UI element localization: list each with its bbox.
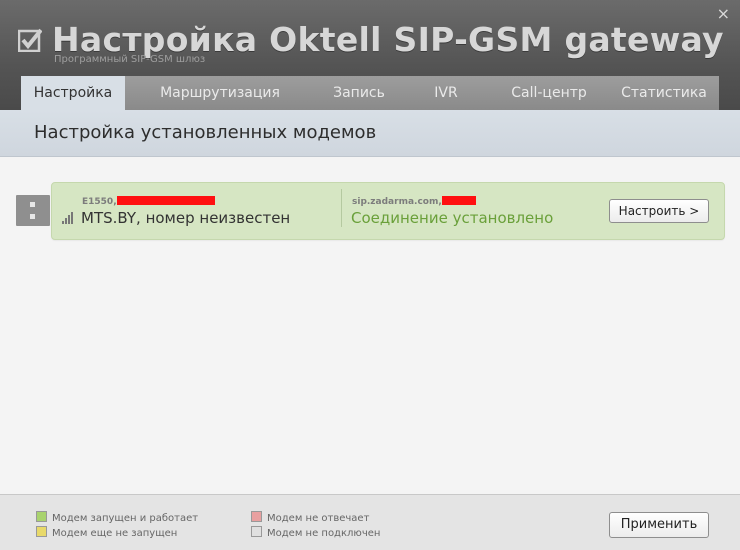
tab-bar: Настройка Маршрутизация Запись IVR Call-…	[21, 76, 719, 110]
modem-model: E1550,	[82, 196, 215, 207]
usb-slot	[30, 202, 35, 207]
signal-strength-icon	[62, 212, 76, 224]
legend-label: Модем запущен и работает	[52, 513, 199, 524]
redaction-mark	[116, 196, 215, 205]
tab-ivr[interactable]: IVR	[403, 76, 489, 110]
legend-swatch-green	[36, 511, 47, 522]
header: × Настройка Oktell SIP-GSM gateway Прогр…	[0, 0, 740, 110]
tab-recording[interactable]: Запись	[315, 76, 403, 110]
app-subtitle: Программный SIP-GSM шлюз	[54, 54, 206, 65]
legend-swatch-gray	[251, 526, 262, 537]
sip-account-label: sip.zadarma.com,	[352, 197, 442, 207]
tab-statistics[interactable]: Статистика	[609, 76, 719, 110]
modem-operator: MTS.BY, номер неизвестен	[81, 209, 291, 227]
legend-item-not-started: Модем еще не запущен	[36, 526, 177, 539]
app-window: × Настройка Oktell SIP-GSM gateway Прогр…	[0, 0, 740, 550]
section-title: Настройка установленных модемов	[34, 122, 377, 143]
tab-call-center[interactable]: Call-центр	[489, 76, 609, 110]
usb-slot	[30, 214, 35, 219]
modem-card[interactable]: E1550, MTS.BY, номер неизвестен sip.zada…	[51, 182, 725, 240]
legend-item-not-responding: Модем не отвечает	[251, 511, 369, 524]
section-header: Настройка установленных модемов	[0, 110, 740, 157]
legend-label: Модем не подключен	[267, 528, 381, 539]
divider	[341, 189, 342, 227]
tab-routing[interactable]: Маршрутизация	[125, 76, 315, 110]
legend-label: Модем еще не запущен	[52, 528, 178, 539]
legend-swatch-yellow	[36, 526, 47, 537]
legend-swatch-red	[251, 511, 262, 522]
redaction-mark	[441, 196, 476, 205]
checkbox-logo-icon	[18, 28, 42, 52]
legend-item-running: Модем запущен и работает	[36, 511, 198, 524]
modem-list: E1550, MTS.BY, номер неизвестен sip.zada…	[0, 157, 740, 494]
apply-button[interactable]: Применить	[609, 512, 709, 538]
modem-model-label: E1550,	[82, 197, 117, 207]
configure-button[interactable]: Настроить >	[609, 199, 709, 223]
usb-modem-icon	[16, 195, 50, 226]
legend-item-not-connected: Модем не подключен	[251, 526, 380, 539]
footer: Модем запущен и работает Модем еще не за…	[0, 494, 740, 550]
connection-status: Соединение установлено	[351, 209, 554, 227]
legend-label: Модем не отвечает	[267, 513, 370, 524]
sip-account: sip.zadarma.com,	[352, 196, 476, 207]
tab-settings[interactable]: Настройка	[21, 76, 125, 110]
